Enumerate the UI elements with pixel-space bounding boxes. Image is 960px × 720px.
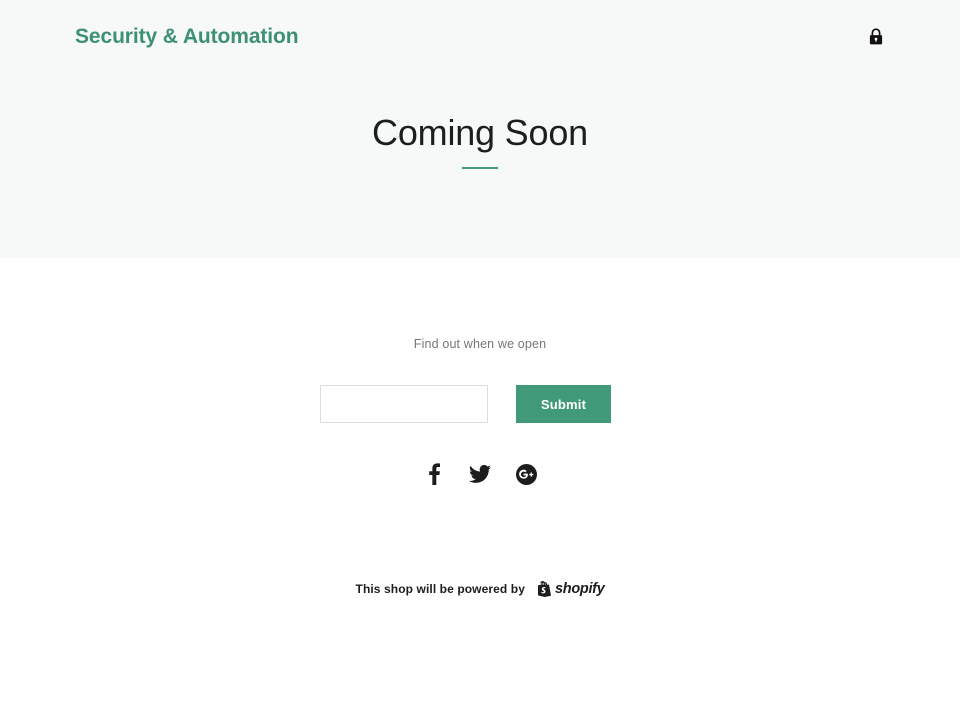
hero-section: Coming Soon — [0, 0, 960, 258]
facebook-icon[interactable] — [421, 462, 447, 486]
twitter-icon[interactable] — [467, 462, 493, 486]
facebook-icon-glyph — [428, 463, 440, 485]
signup-label: Find out when we open — [413, 337, 547, 351]
signup-form: Submit — [320, 385, 611, 423]
shopify-logo[interactable]: shopify — [538, 581, 605, 597]
twitter-icon-glyph — [469, 465, 491, 483]
footer-text: This shop will be powered by — [355, 582, 526, 596]
social-links — [0, 462, 960, 486]
hero-divider — [462, 167, 498, 169]
submit-button[interactable]: Submit — [516, 385, 611, 423]
google-plus-icon[interactable] — [513, 462, 539, 486]
page-title: Coming Soon — [372, 112, 588, 153]
shopify-wordmark: shopify — [555, 581, 605, 597]
site-footer: This shop will be powered by shopify — [0, 580, 960, 598]
email-field[interactable] — [320, 385, 488, 423]
shopify-bag-icon — [538, 581, 552, 597]
coming-soon-page: Security & Automation Coming Soon Find o… — [0, 0, 960, 720]
google-plus-icon-glyph — [515, 463, 537, 485]
main-content: Find out when we open Submit This shop w… — [0, 258, 960, 720]
